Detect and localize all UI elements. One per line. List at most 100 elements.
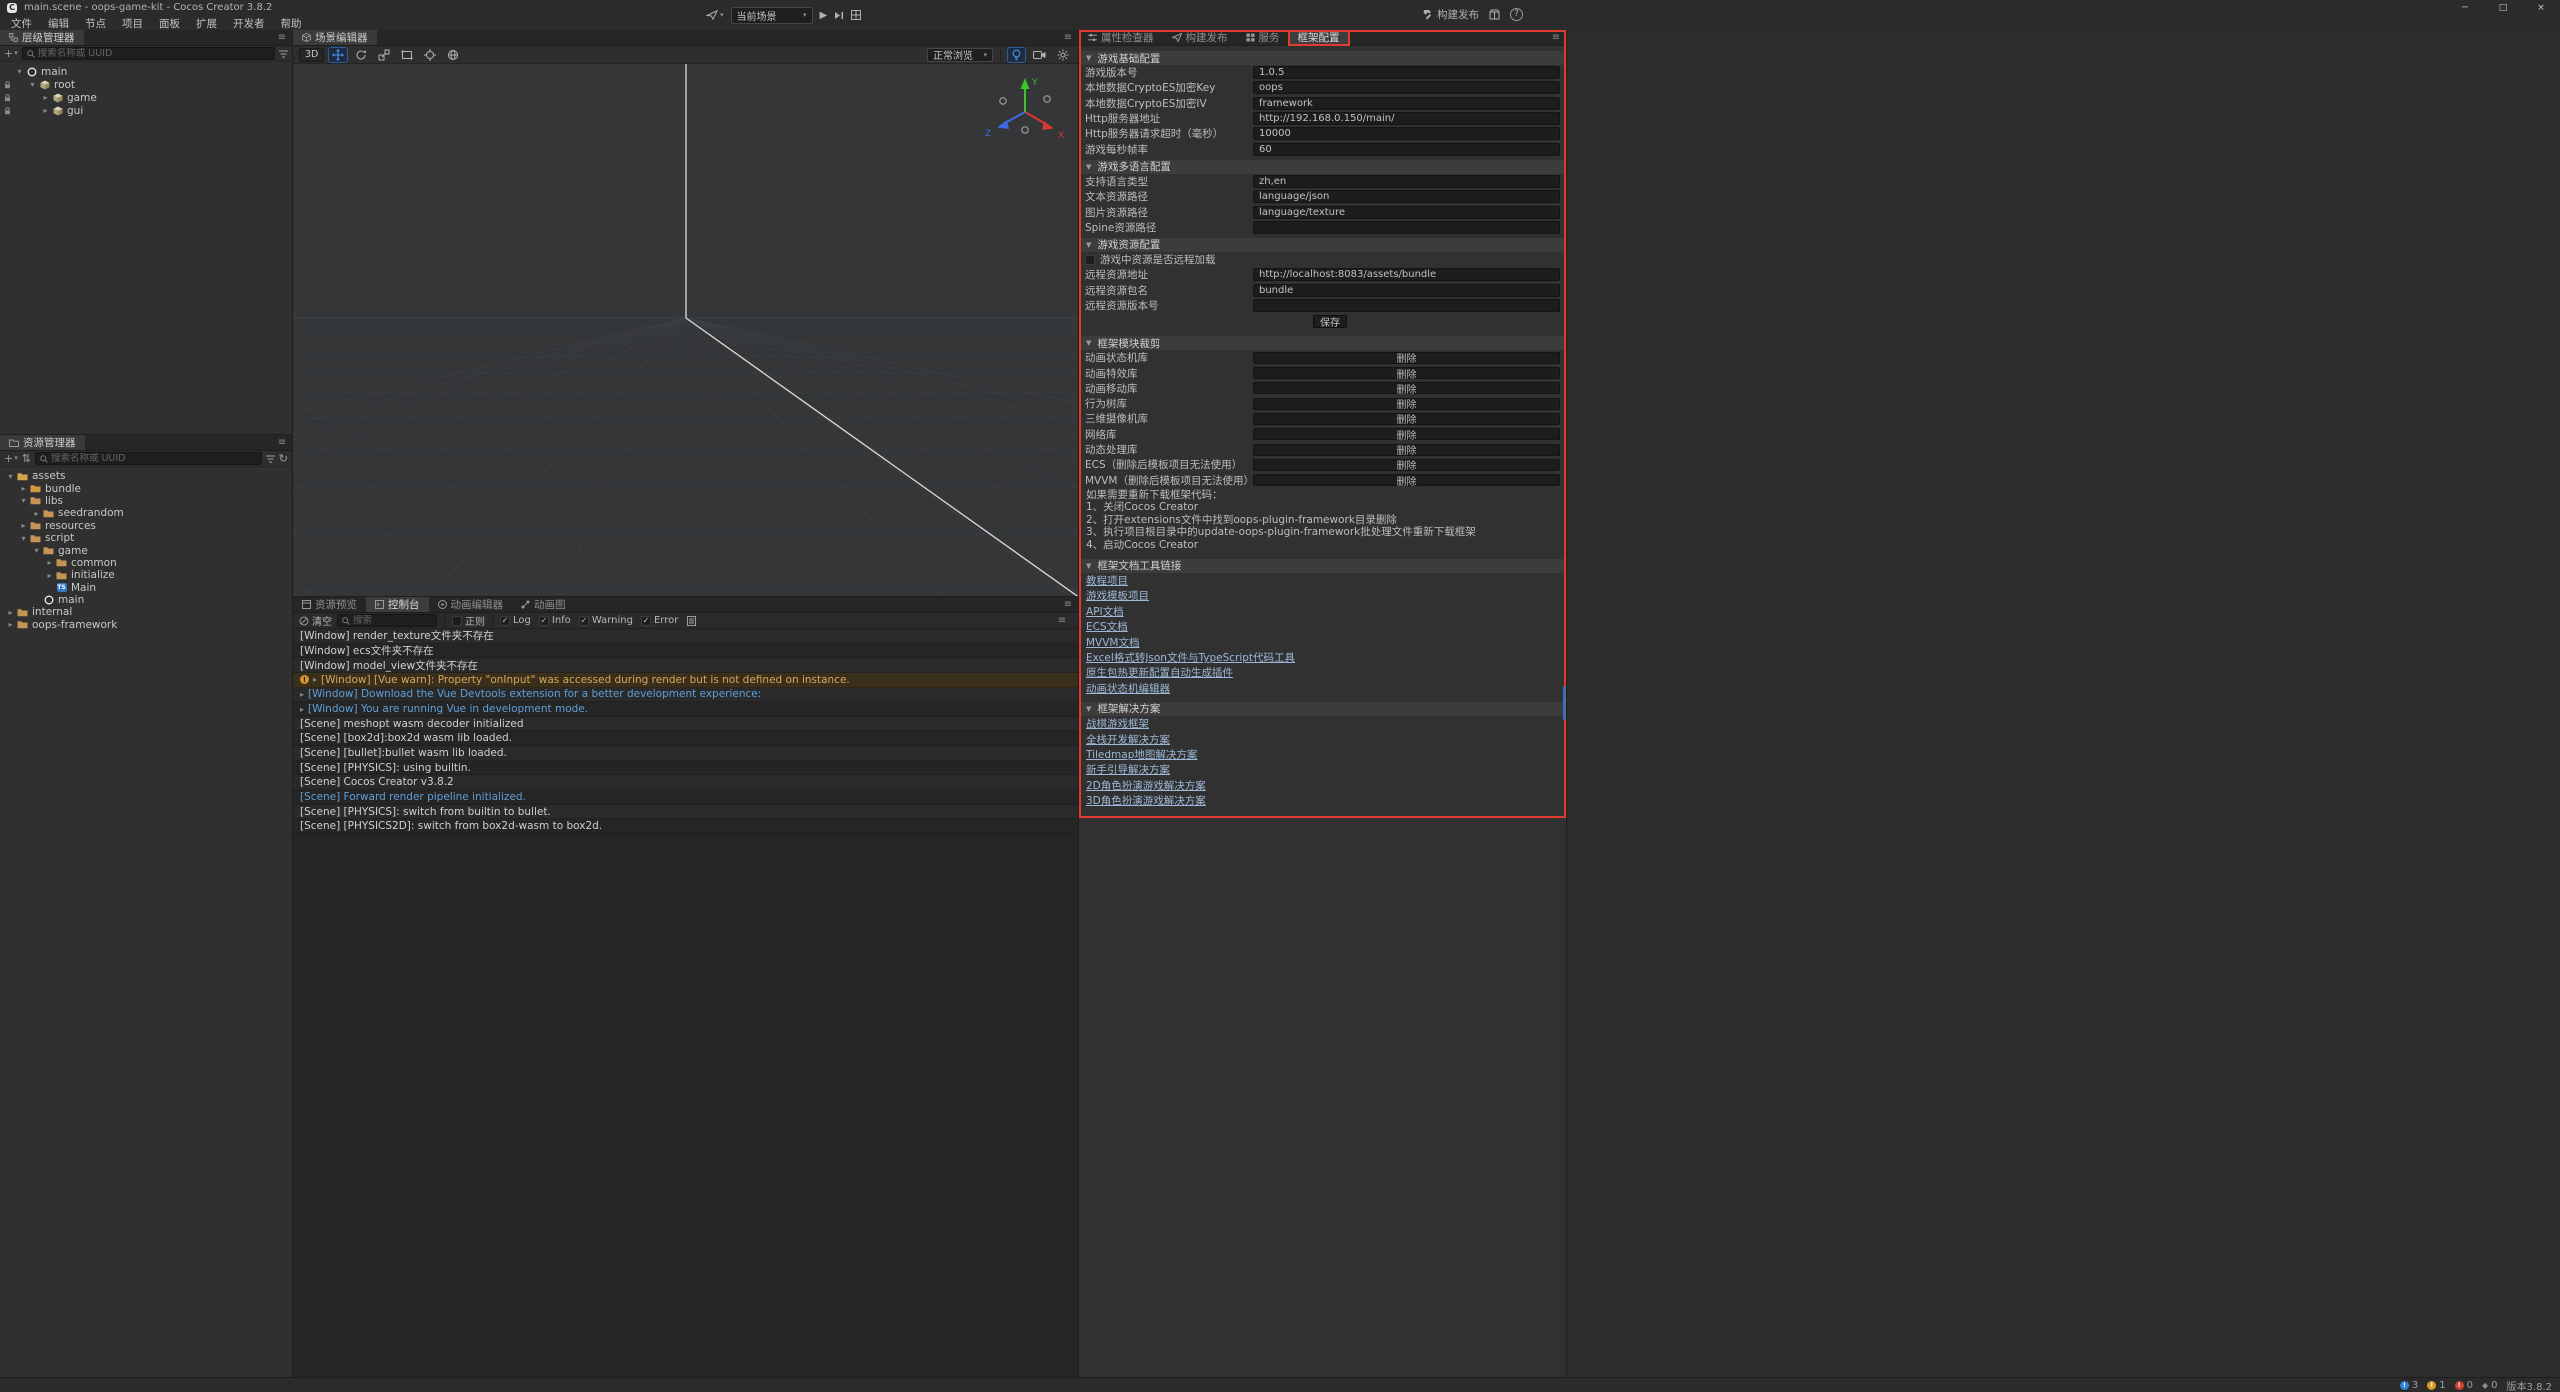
checkbox-checked[interactable] <box>539 616 549 626</box>
property-input-Spine资源路径[interactable] <box>1253 221 1560 234</box>
log-row[interactable]: [Scene] [PHYSICS]: using builtin. <box>293 761 1078 776</box>
coordinate-toggle-button[interactable] <box>444 48 462 62</box>
log-count-badge[interactable]: ! 3 <box>2400 1380 2418 1391</box>
hierarchy-filter-icon[interactable] <box>279 50 288 58</box>
inspector-tab-构建发布[interactable]: 构建发布 <box>1163 30 1237 45</box>
delete-module-button[interactable]: 删除 <box>1253 413 1560 425</box>
property-input-Http服务器地址[interactable] <box>1253 112 1560 125</box>
scene-panel-tab[interactable]: 场景编辑器 <box>293 30 377 45</box>
layout-button[interactable] <box>851 10 861 20</box>
expanded-arrow-icon[interactable]: ▾ <box>31 546 42 555</box>
menu-item-项目[interactable]: 项目 <box>114 16 151 31</box>
collapsed-arrow-icon[interactable]: ▸ <box>40 106 51 115</box>
doc-link[interactable]: 原生包热更新配置自动生成插件 <box>1086 665 1233 680</box>
tree-item-libs[interactable]: ▾libs <box>0 495 292 507</box>
rect-tool-button[interactable] <box>398 48 416 62</box>
console-tab-动画编辑器[interactable]: 动画编辑器 <box>429 597 513 612</box>
panel-menu-icon[interactable]: ≡ <box>272 435 292 450</box>
assets-filter-icon[interactable] <box>266 455 275 463</box>
expanded-arrow-icon[interactable]: ▾ <box>14 67 25 76</box>
tree-item-main[interactable]: ▾main <box>0 65 292 78</box>
section-header-resource[interactable]: ▼ 游戏资源配置 <box>1079 238 1566 252</box>
checkbox-checked[interactable] <box>500 616 510 626</box>
tree-item-bundle[interactable]: ▸bundle <box>0 482 292 494</box>
panel-menu-icon[interactable]: ≡ <box>272 30 292 45</box>
console-tab-资源预览[interactable]: 资源预览 <box>293 597 366 612</box>
expand-arrow-icon[interactable]: ▸ <box>313 675 317 684</box>
hierarchy-panel-tab[interactable]: 层级管理器 <box>0 30 84 45</box>
solution-link[interactable]: 3D角色扮演游戏解决方案 <box>1086 793 1206 808</box>
play-button[interactable]: ▶ <box>820 10 828 21</box>
log-row[interactable]: [Window] model_view文件夹不存在 <box>293 658 1078 673</box>
log-row[interactable]: ▸[Window] You are running Vue in develop… <box>293 702 1078 717</box>
maximize-button[interactable]: □ <box>2484 0 2522 16</box>
delete-module-button[interactable]: 删除 <box>1253 382 1560 394</box>
collapsed-arrow-icon[interactable]: ▸ <box>44 558 55 567</box>
doc-link[interactable]: API文档 <box>1086 604 1124 619</box>
lighting-toggle-button[interactable] <box>1008 48 1025 62</box>
rotate-tool-button[interactable] <box>352 48 370 62</box>
collapsed-arrow-icon[interactable]: ▸ <box>18 521 29 530</box>
inspector-tab-框架配置[interactable]: 框架配置 <box>1289 30 1349 45</box>
tree-item-internal[interactable]: ▸internal <box>0 606 292 618</box>
log-row[interactable]: [Window] ecs文件夹不存在 <box>293 644 1078 659</box>
expanded-arrow-icon[interactable]: ▾ <box>18 496 29 505</box>
log-filter-Info[interactable]: Info <box>539 615 571 626</box>
log-row[interactable]: [Scene] meshopt wasm decoder initialized <box>293 717 1078 732</box>
collapsed-arrow-icon[interactable]: ▸ <box>18 484 29 493</box>
scale-tool-button[interactable] <box>375 48 393 62</box>
build-publish-button[interactable]: 构建发布 <box>1422 7 1479 22</box>
create-asset-button[interactable]: +▾ <box>4 453 18 464</box>
package-button[interactable] <box>1489 9 1500 20</box>
collapsed-arrow-icon[interactable]: ▸ <box>40 93 51 102</box>
preview-target-button[interactable]: ▾ <box>706 10 724 20</box>
tree-item-seedrandom[interactable]: ▸seedrandom <box>0 507 292 519</box>
scene-3d-toggle[interactable]: 3D <box>299 48 324 62</box>
section-header-solutions[interactable]: ▼ 框架解决方案 <box>1079 702 1566 716</box>
error-count-badge[interactable]: ! 0 <box>2455 1380 2473 1391</box>
regex-toggle[interactable]: 正则 <box>452 613 485 628</box>
log-filter-Log[interactable]: Log <box>500 615 531 626</box>
menu-item-节点[interactable]: 节点 <box>77 16 114 31</box>
move-tool-button[interactable] <box>329 48 347 62</box>
doc-link[interactable]: ECS文档 <box>1086 619 1128 634</box>
doc-link[interactable]: 教程项目 <box>1086 573 1128 588</box>
tree-item-Main[interactable]: TSMain <box>0 582 292 594</box>
remote-load-checkbox[interactable] <box>1085 255 1095 265</box>
delete-module-button[interactable]: 删除 <box>1253 428 1560 440</box>
solution-link[interactable]: 2D角色扮演游戏解决方案 <box>1086 777 1206 792</box>
doc-link[interactable]: Excel格式转Json文件与TypeScript代码工具 <box>1086 650 1295 665</box>
solution-link[interactable]: 战棋游戏框架 <box>1086 716 1149 731</box>
log-row[interactable]: [Scene] [PHYSICS2D]: switch from box2d-w… <box>293 819 1078 834</box>
expanded-arrow-icon[interactable]: ▾ <box>27 80 38 89</box>
log-row[interactable]: [Scene] Forward render pipeline initiali… <box>293 790 1078 805</box>
clear-console-button[interactable]: 清空 <box>299 613 332 628</box>
solution-link[interactable]: 全栈开发解决方案 <box>1086 731 1170 746</box>
checkbox-checked[interactable] <box>641 616 651 626</box>
log-row[interactable]: [Scene] [PHYSICS]: switch from builtin t… <box>293 805 1078 820</box>
expanded-arrow-icon[interactable]: ▾ <box>18 534 29 543</box>
tree-item-game[interactable]: ▸game <box>0 91 292 104</box>
view-mode-dropdown[interactable]: 正常浏览 ▾ <box>927 48 993 62</box>
panel-menu-icon[interactable]: ≡ <box>1052 615 1072 626</box>
delete-module-button[interactable]: 删除 <box>1253 398 1560 410</box>
console-tab-控制台[interactable]: 控制台 <box>366 597 429 612</box>
collapse-logs-icon[interactable] <box>687 616 696 626</box>
help-button[interactable]: ? <box>1510 8 1523 21</box>
property-input-本地数据CryptoES加密Key[interactable] <box>1253 81 1560 94</box>
delete-module-button[interactable]: 删除 <box>1253 459 1560 471</box>
checkbox-checked[interactable] <box>579 616 589 626</box>
log-row[interactable]: [Window] render_texture文件夹不存在 <box>293 629 1078 644</box>
log-row[interactable]: !▸[Window] [Vue warn]: Property "onInput… <box>293 673 1078 688</box>
console-search-input[interactable] <box>353 615 432 626</box>
assets-panel-tab[interactable]: 资源管理器 <box>0 435 85 450</box>
tree-item-main[interactable]: main <box>0 594 292 606</box>
log-row[interactable]: ▸[Window] Download the Vue Devtools exte… <box>293 688 1078 703</box>
inspector-tab-服务[interactable]: 服务 <box>1237 30 1289 45</box>
checkbox-unchecked[interactable] <box>452 616 462 626</box>
hierarchy-search-input[interactable] <box>38 48 270 59</box>
panel-menu-icon[interactable]: ≡ <box>1546 30 1566 45</box>
menu-item-文件[interactable]: 文件 <box>3 16 40 31</box>
scene-viewport[interactable]: Y X Z <box>293 64 1078 596</box>
assets-search-input[interactable] <box>51 453 257 464</box>
